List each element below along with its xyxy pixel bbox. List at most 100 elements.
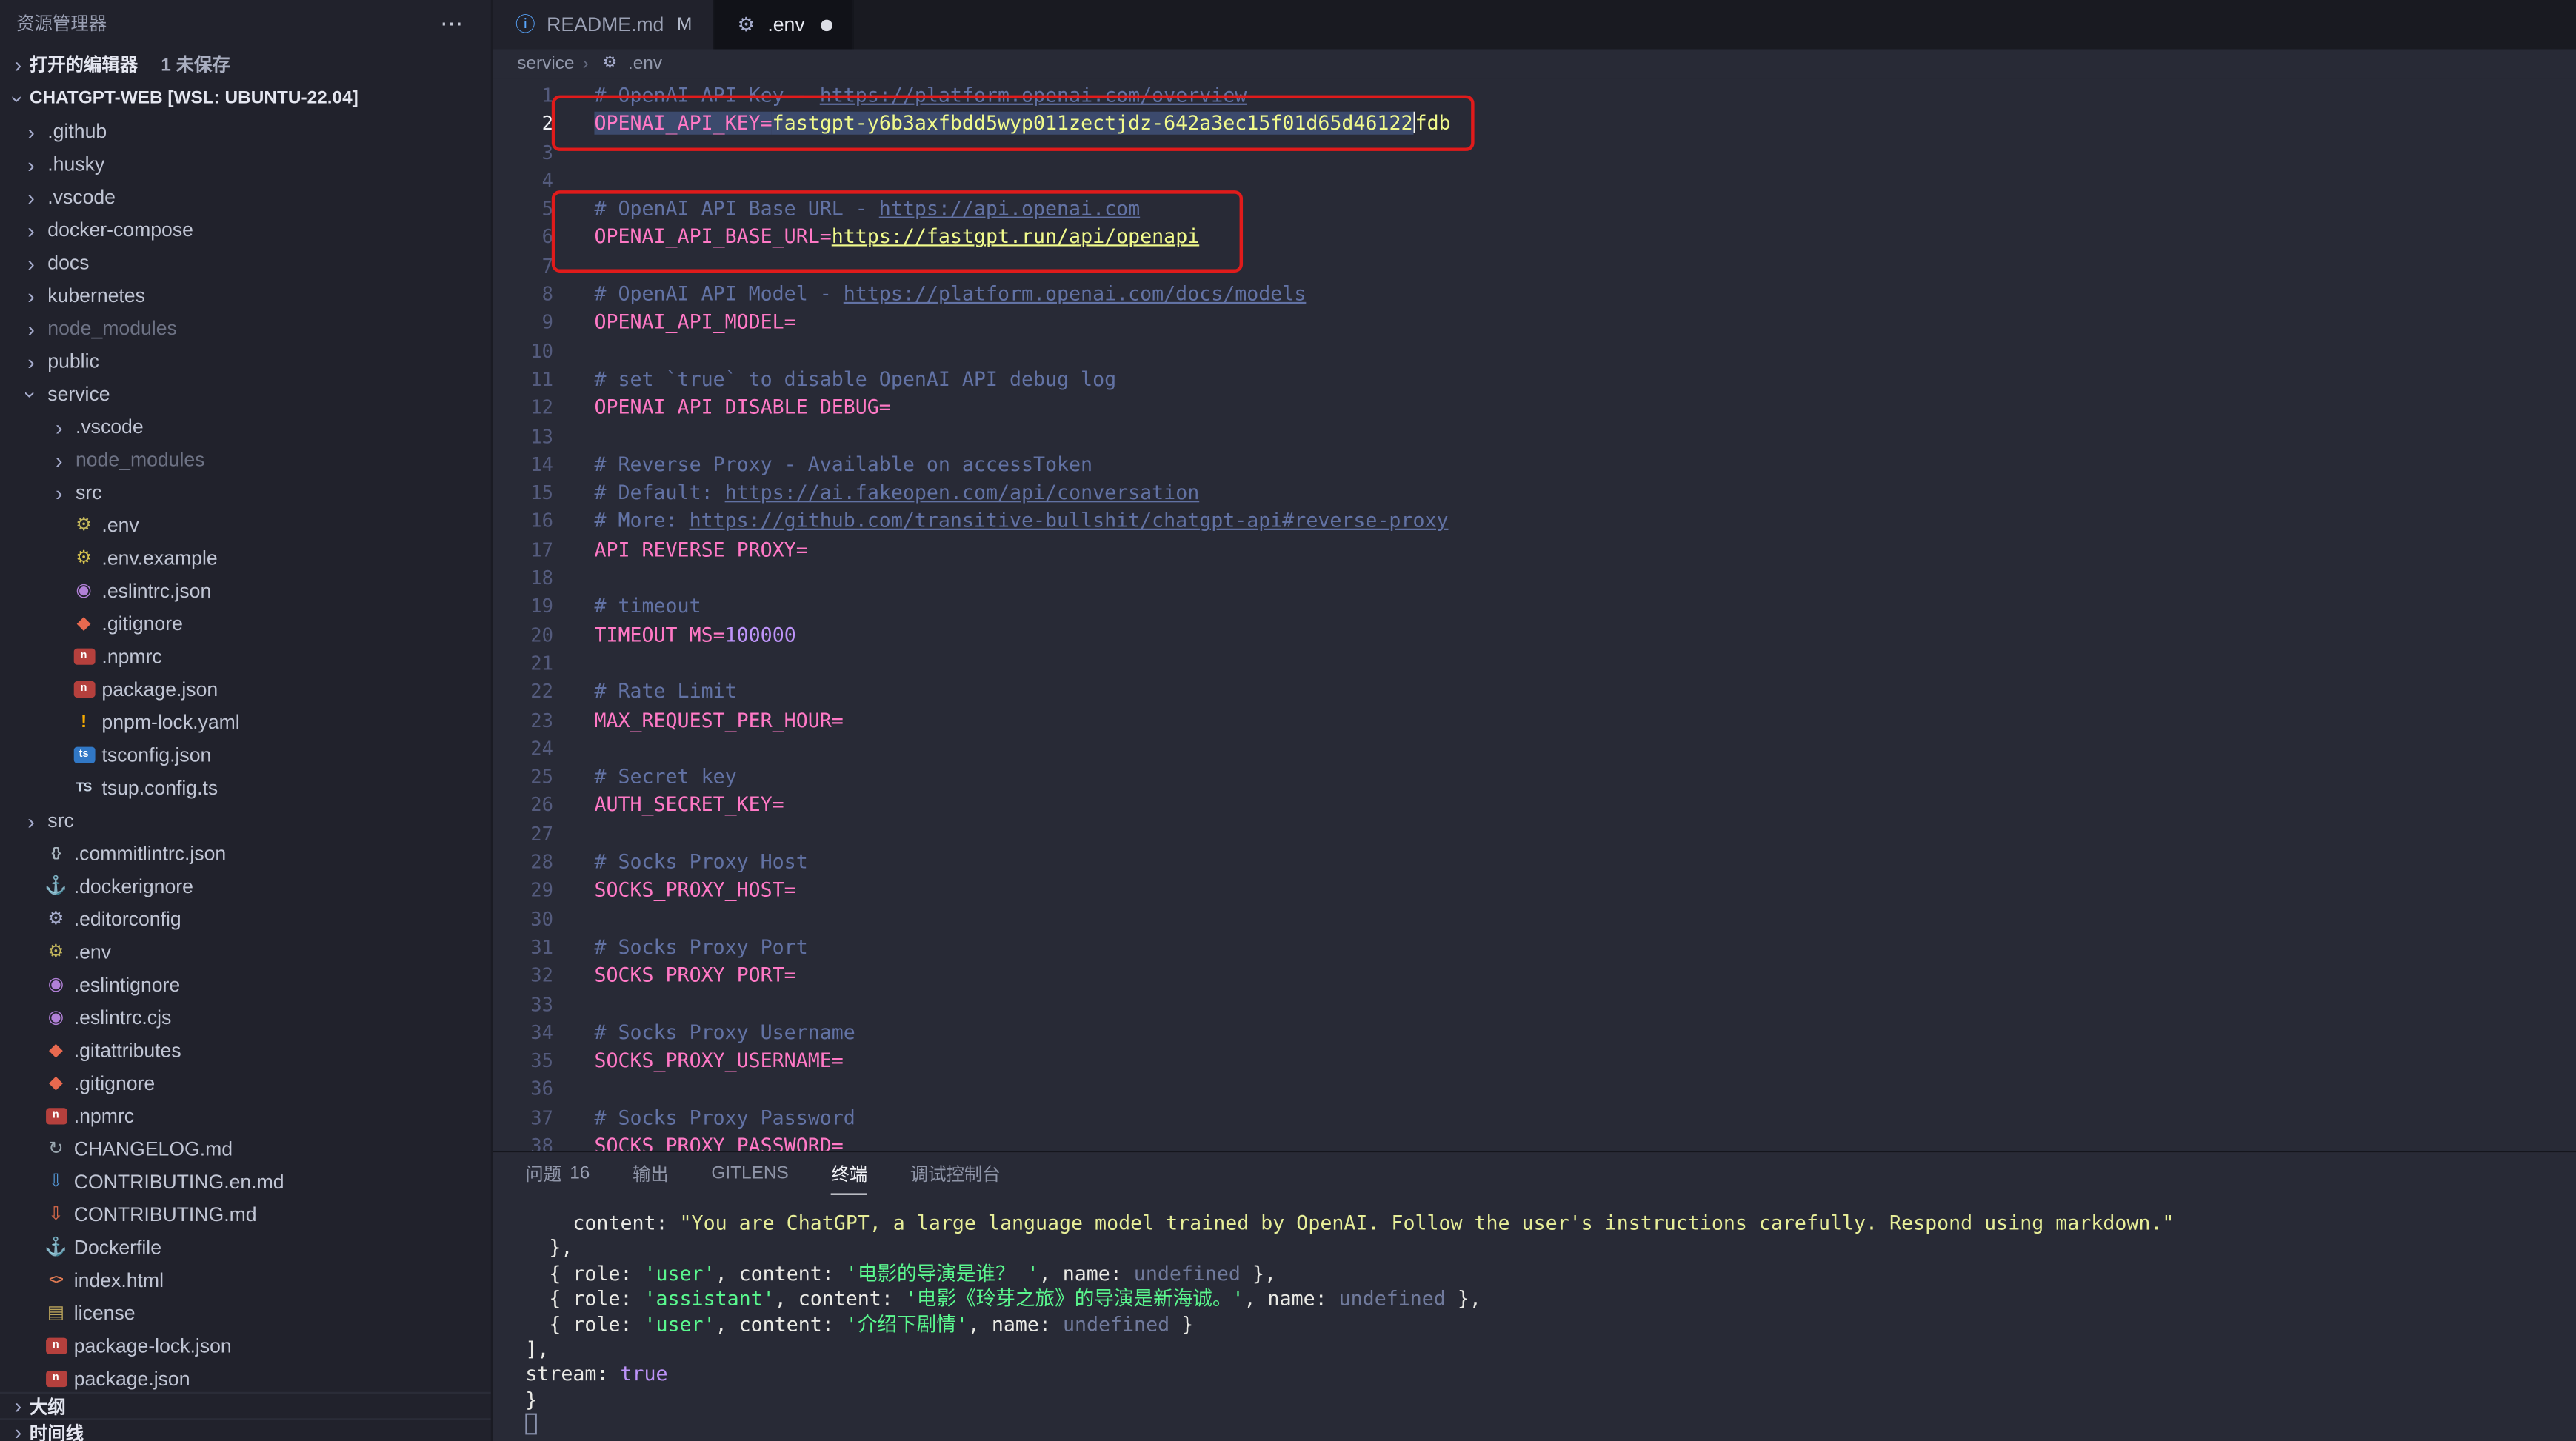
code-line-1[interactable]: 1# OpenAI API Key - https://platform.ope… (493, 82, 2576, 110)
tree-file-eslintrc-json[interactable]: ◉.eslintrc.json (0, 575, 491, 607)
tree-file-index-html[interactable]: <>index.html (0, 1264, 491, 1297)
code-line-9[interactable]: 9OPENAI_API_MODEL= (493, 310, 2576, 338)
code-line-7[interactable]: 7 (493, 253, 2576, 281)
tree-folder-github[interactable]: .github (0, 115, 491, 147)
panel-tab-问题[interactable]: 问题16 (525, 1152, 590, 1195)
code-line-8[interactable]: 8# OpenAI API Model - https://platform.o… (493, 281, 2576, 309)
tree-file-env-example[interactable]: ⚙.env.example (0, 542, 491, 575)
open-editors-section-header[interactable]: 打开的编辑器 1 未保存 (0, 46, 491, 82)
code-line-24[interactable]: 24 (493, 735, 2576, 763)
tree-folder-kubernetes[interactable]: kubernetes (0, 279, 491, 312)
code-line-16[interactable]: 16# More: https://github.com/transitive-… (493, 508, 2576, 536)
tree-folder-src[interactable]: src (0, 476, 491, 509)
more-actions-icon[interactable]: ⋯ (440, 9, 464, 37)
code-line-17[interactable]: 17API_REVERSE_PROXY= (493, 536, 2576, 564)
tree-folder-docs[interactable]: docs (0, 247, 491, 279)
code-line-11[interactable]: 11# set `true` to disable OpenAI API deb… (493, 366, 2576, 394)
code-line-23[interactable]: 23MAX_REQUEST_PER_HOUR= (493, 706, 2576, 735)
tree-folder-node-modules[interactable]: node_modules (0, 444, 491, 476)
code-line-33[interactable]: 33 (493, 991, 2576, 1019)
code-line-34[interactable]: 34# Socks Proxy Username (493, 1019, 2576, 1047)
line-content (568, 338, 594, 366)
project-section-header[interactable]: CHATGPT-WEB [WSL: UBUNTU-22.04] (0, 82, 491, 115)
panel-tab-终端[interactable]: 终端 (831, 1152, 867, 1195)
tree-folder-vscode[interactable]: .vscode (0, 410, 491, 443)
tree-folder-vscode[interactable]: .vscode (0, 181, 491, 213)
tree-folder-husky[interactable]: .husky (0, 148, 491, 181)
code-line-4[interactable]: 4 (493, 167, 2576, 195)
tree-file-tsup-config-ts[interactable]: TStsup.config.ts (0, 772, 491, 804)
code-line-21[interactable]: 21 (493, 650, 2576, 678)
code-line-6[interactable]: 6OPENAI_API_BASE_URL=https://fastgpt.run… (493, 224, 2576, 253)
line-content: # timeout (568, 593, 701, 621)
code-line-26[interactable]: 26AUTH_SECRET_KEY= (493, 792, 2576, 820)
tree-file-package-json[interactable]: npackage.json (0, 673, 491, 706)
tree-folder-public[interactable]: public (0, 345, 491, 378)
code-line-35[interactable]: 35SOCKS_PROXY_USERNAME= (493, 1047, 2576, 1075)
editor-tab-readme-md[interactable]: ⓘREADME.mdM (493, 0, 713, 50)
code-line-15[interactable]: 15# Default: https://ai.fakeopen.com/api… (493, 480, 2576, 508)
code-line-38[interactable]: 38SOCKS_PROXY_PASSWORD= (493, 1132, 2576, 1150)
code-token: # set `true` to disable OpenAI API debug… (594, 367, 1116, 390)
tree-file-npmrc[interactable]: n.npmrc (0, 641, 491, 673)
breadcrumb-item-env[interactable]: ⚙.env (597, 54, 662, 74)
tree-file-dockerignore[interactable]: ⚓.dockerignore (0, 870, 491, 903)
unsaved-dot-icon[interactable] (821, 19, 833, 30)
line-number: 16 (493, 508, 568, 536)
tree-file-env[interactable]: ⚙.env (0, 509, 491, 541)
tree-file-license[interactable]: ▤license (0, 1297, 491, 1329)
code-line-28[interactable]: 28# Socks Proxy Host (493, 849, 2576, 877)
code-line-25[interactable]: 25# Secret key (493, 763, 2576, 792)
panel-tab-gitlens[interactable]: GITLENS (711, 1152, 788, 1195)
code-line-31[interactable]: 31# Socks Proxy Port (493, 934, 2576, 962)
tree-file-gitignore[interactable]: ◆.gitignore (0, 1067, 491, 1100)
code-line-13[interactable]: 13 (493, 423, 2576, 451)
code-line-2[interactable]: 2OPENAI_API_KEY=fastgpt-y6b3axfbdd5wyp01… (493, 110, 2576, 138)
line-content: # Secret key (568, 763, 737, 792)
terminal-output[interactable]: content: "You are ChatGPT, a large langu… (493, 1195, 2576, 1441)
tree-file-contributing-en-md[interactable]: ⇩CONTRIBUTING.en.md (0, 1166, 491, 1198)
code-line-18[interactable]: 18 (493, 565, 2576, 593)
tree-file-eslintrc-cjs[interactable]: ◉.eslintrc.cjs (0, 1001, 491, 1034)
tree-file-tsconfig-json[interactable]: tstsconfig.json (0, 739, 491, 772)
tree-file-commitlintrc-json[interactable]: {}.commitlintrc.json (0, 837, 491, 870)
code-editor[interactable]: 1# OpenAI API Key - https://platform.ope… (493, 78, 2576, 1151)
editor-tab-env[interactable]: ⚙.env (713, 0, 854, 50)
code-line-22[interactable]: 22# Rate Limit (493, 678, 2576, 706)
code-line-20[interactable]: 20TIMEOUT_MS=100000 (493, 621, 2576, 649)
tree-file-eslintignore[interactable]: ◉.eslintignore (0, 969, 491, 1001)
code-line-14[interactable]: 14# Reverse Proxy - Available on accessT… (493, 451, 2576, 479)
code-line-12[interactable]: 12OPENAI_API_DISABLE_DEBUG= (493, 395, 2576, 423)
code-line-30[interactable]: 30 (493, 906, 2576, 934)
code-line-37[interactable]: 37# Socks Proxy Password (493, 1104, 2576, 1132)
panel-tab-输出[interactable]: 输出 (633, 1152, 669, 1195)
code-line-5[interactable]: 5# OpenAI API Base URL - https://api.ope… (493, 195, 2576, 224)
tree-file-contributing-md[interactable]: ⇩CONTRIBUTING.md (0, 1198, 491, 1231)
breadcrumb-item-service[interactable]: service (517, 54, 574, 74)
tree-file-editorconfig[interactable]: ⚙.editorconfig (0, 903, 491, 935)
panel-tab-调试控制台[interactable]: 调试控制台 (910, 1152, 1001, 1195)
code-line-36[interactable]: 36 (493, 1076, 2576, 1104)
tree-folder-node-modules[interactable]: node_modules (0, 312, 491, 344)
tree-file-gitattributes[interactable]: ◆.gitattributes (0, 1034, 491, 1067)
tree-folder-src[interactable]: src (0, 804, 491, 837)
code-line-10[interactable]: 10 (493, 338, 2576, 366)
tree-folder-docker-compose[interactable]: docker-compose (0, 213, 491, 246)
tree-folder-service[interactable]: service (0, 378, 491, 410)
tree-file-dockerfile[interactable]: ⚓Dockerfile (0, 1231, 491, 1264)
tree-file-package-lock-json[interactable]: npackage-lock.json (0, 1330, 491, 1363)
code-token: # More: (594, 509, 689, 532)
tree-file-npmrc[interactable]: n.npmrc (0, 1100, 491, 1132)
timeline-section-header[interactable]: 时间线 (0, 1418, 491, 1441)
code-line-32[interactable]: 32SOCKS_PROXY_PORT= (493, 962, 2576, 990)
tree-file-gitignore[interactable]: ◆.gitignore (0, 607, 491, 640)
code-line-29[interactable]: 29SOCKS_PROXY_HOST= (493, 877, 2576, 905)
code-line-27[interactable]: 27 (493, 820, 2576, 849)
tree-file-pnpm-lock-yaml[interactable]: !pnpm-lock.yaml (0, 706, 491, 738)
outline-section-header[interactable]: 大纲 (0, 1392, 491, 1418)
code-line-19[interactable]: 19# timeout (493, 593, 2576, 621)
tree-file-package-json[interactable]: npackage.json (0, 1363, 491, 1392)
tree-file-env[interactable]: ⚙.env (0, 936, 491, 969)
code-line-3[interactable]: 3 (493, 139, 2576, 167)
tree-file-changelog-md[interactable]: ↻CHANGELOG.md (0, 1133, 491, 1166)
